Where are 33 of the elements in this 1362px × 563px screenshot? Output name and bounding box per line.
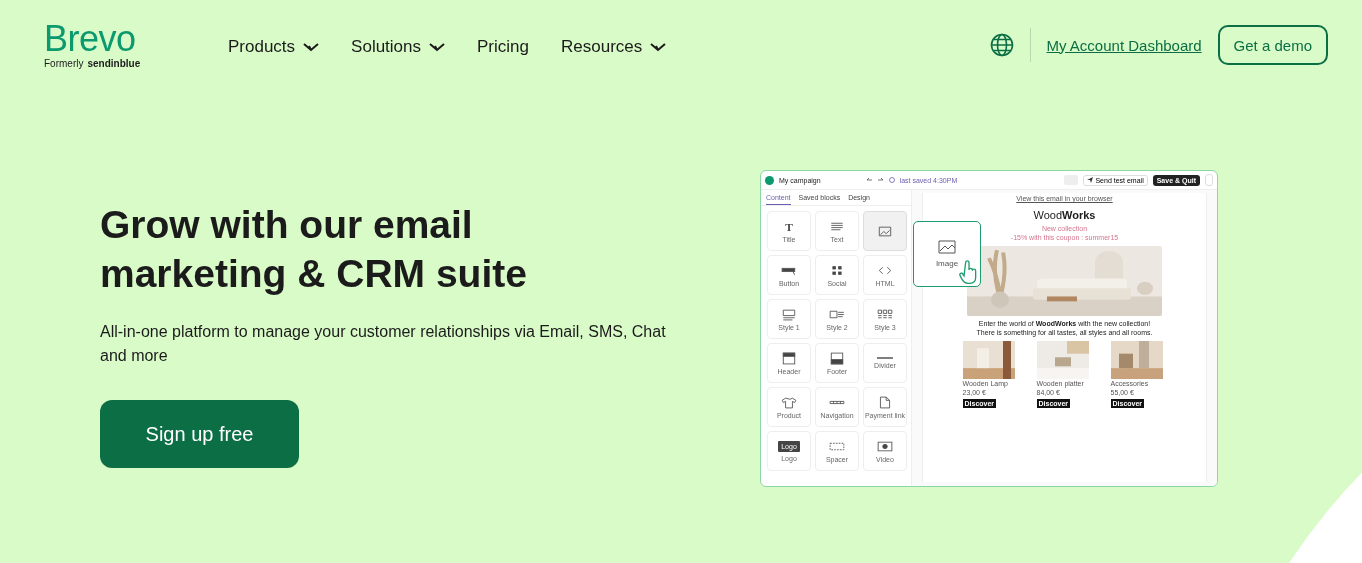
payment-block-icon [877,395,893,409]
header-block-icon [781,351,797,365]
account-dashboard-link[interactable]: My Account Dashboard [1046,36,1202,54]
sign-up-button[interactable]: Sign up free [100,400,299,468]
image-block-icon [938,240,956,254]
former-brand: sendinblue [87,57,141,69]
clock-icon [888,177,895,183]
product-block-icon [781,395,797,409]
hand-cursor-icon [959,260,979,285]
dragged-block-card[interactable]: Image [913,221,981,287]
footer-block-icon [829,351,845,365]
email-brand: WoodWorks [1033,209,1096,221]
title-block-icon: T [781,219,797,233]
block-tile[interactable] [863,211,907,251]
undo-redo-icon[interactable] [865,177,884,183]
send-icon [1087,177,1094,183]
social-block-icon [829,263,845,277]
globe-icon[interactable] [989,33,1014,57]
nav-link[interactable]: Pricing [477,37,529,57]
divider-block-icon [877,357,893,359]
video-block-icon [877,439,893,453]
get-demo-button[interactable]: Get a demo [1217,25,1328,65]
app-logo-icon [765,175,774,185]
style3-block-icon [877,307,893,321]
block-label: Image [935,259,959,268]
style1-block-icon [781,307,797,321]
hero-title: Grow with our email marketing & CRM suite [100,202,528,297]
nav-link[interactable]: Resources [561,37,667,57]
nav-link[interactable]: Solutions [351,37,446,57]
hero-subtitle: All-in-one platform to manage your customer relationships via Email, SMS, Chat and more [100,322,667,366]
nav-link[interactable]: Products [228,37,320,57]
formerly-label: Formerly [44,57,84,69]
image-block-icon [877,224,893,238]
